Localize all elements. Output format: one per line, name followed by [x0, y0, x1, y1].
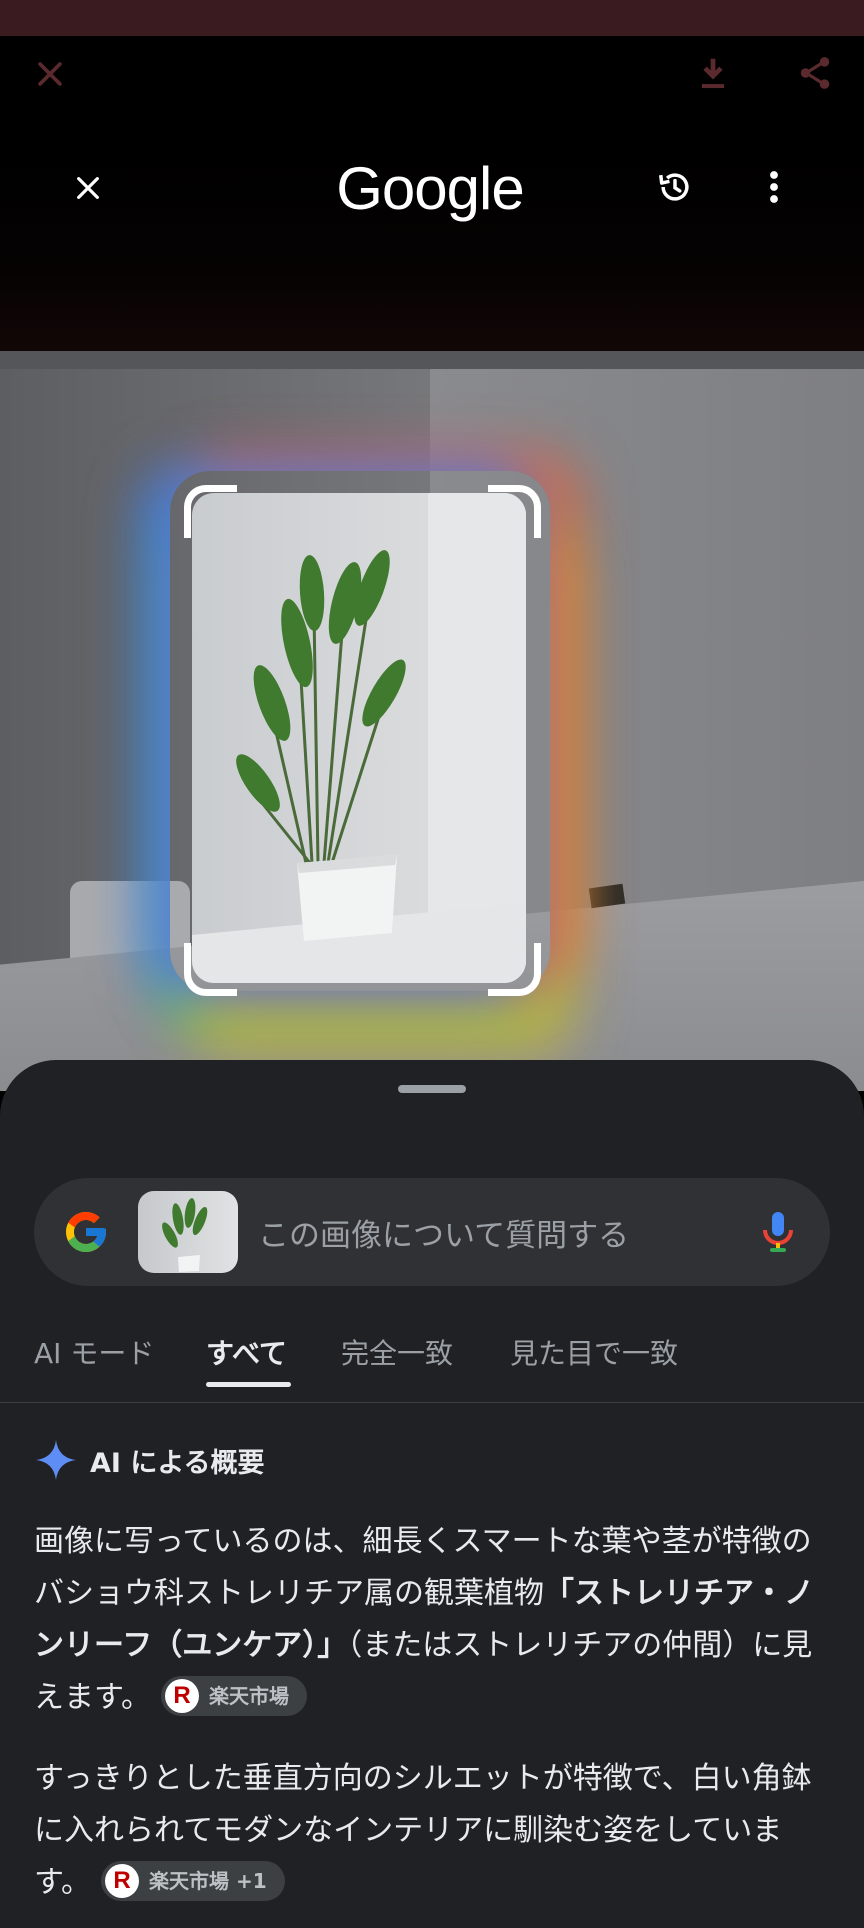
results-sheet: この画像について質問する AI モード すべて 完全一致 見た目で一致 AI に…: [0, 1060, 864, 1928]
active-tab-indicator: [206, 1382, 291, 1387]
ai-overview-paragraph-1: 画像に写っているのは、細長くスマートな葉や茎が特徴のバショウ科ストレリチア属の観…: [34, 1516, 834, 1724]
gemini-sparkle-icon: [35, 1439, 77, 1481]
crop-handle-top-left[interactable]: [184, 485, 237, 538]
drag-handle[interactable]: [398, 1085, 466, 1093]
rakuten-logo-icon: R: [105, 1863, 139, 1898]
search-bar[interactable]: この画像について質問する: [34, 1178, 830, 1286]
close-icon[interactable]: [64, 164, 112, 212]
status-bar: [0, 0, 864, 36]
source-chip-rakuten[interactable]: R 楽天市場: [161, 1675, 307, 1716]
ai-overview-header: AI による概要: [34, 1435, 265, 1485]
tab-exact-match[interactable]: 完全一致: [341, 1328, 453, 1402]
history-icon[interactable]: [650, 162, 700, 212]
photo-ceiling: [0, 351, 864, 369]
source-chip-label: 楽天市場 +1: [149, 1868, 267, 1893]
search-placeholder[interactable]: この画像について質問する: [258, 1178, 629, 1286]
thumbnail-plant: [162, 1198, 208, 1272]
plant-illustration: [236, 550, 406, 941]
tab-visual-match[interactable]: 見た目で一致: [510, 1328, 678, 1402]
source-chip-label: 楽天市場: [209, 1683, 289, 1708]
tab-ai-mode[interactable]: AI モード: [34, 1328, 154, 1402]
search-image-area[interactable]: [0, 351, 864, 1091]
download-icon[interactable]: [690, 50, 736, 96]
result-tabs: AI モード すべて 完全一致 見た目で一致: [0, 1328, 864, 1403]
tab-all[interactable]: すべて: [206, 1328, 287, 1402]
source-chip-rakuten-plus[interactable]: R 楽天市場 +1: [101, 1860, 285, 1901]
viewer-close-icon[interactable]: [28, 52, 72, 96]
ai-overview-title: AI による概要: [90, 1447, 265, 1479]
ai-overview-paragraph-2: すっきりとした垂直方向のシルエットが特徴で、白い角鉢に入れられてモダンなインテリ…: [34, 1753, 834, 1909]
more-vert-icon[interactable]: [752, 162, 796, 212]
crop-handle-bottom-left[interactable]: [184, 943, 237, 996]
rakuten-logo-icon: R: [165, 1678, 199, 1713]
google-logo: Google: [336, 154, 524, 222]
selected-region-image: [192, 493, 526, 983]
query-image-thumbnail[interactable]: [138, 1191, 238, 1273]
viewer-toolbar: [0, 36, 864, 136]
crop-handle-top-right[interactable]: [488, 485, 541, 538]
mic-icon[interactable]: [754, 1208, 802, 1256]
google-g-icon: [66, 1212, 106, 1252]
crop-handle-bottom-right[interactable]: [488, 943, 541, 996]
share-icon[interactable]: [792, 50, 838, 96]
